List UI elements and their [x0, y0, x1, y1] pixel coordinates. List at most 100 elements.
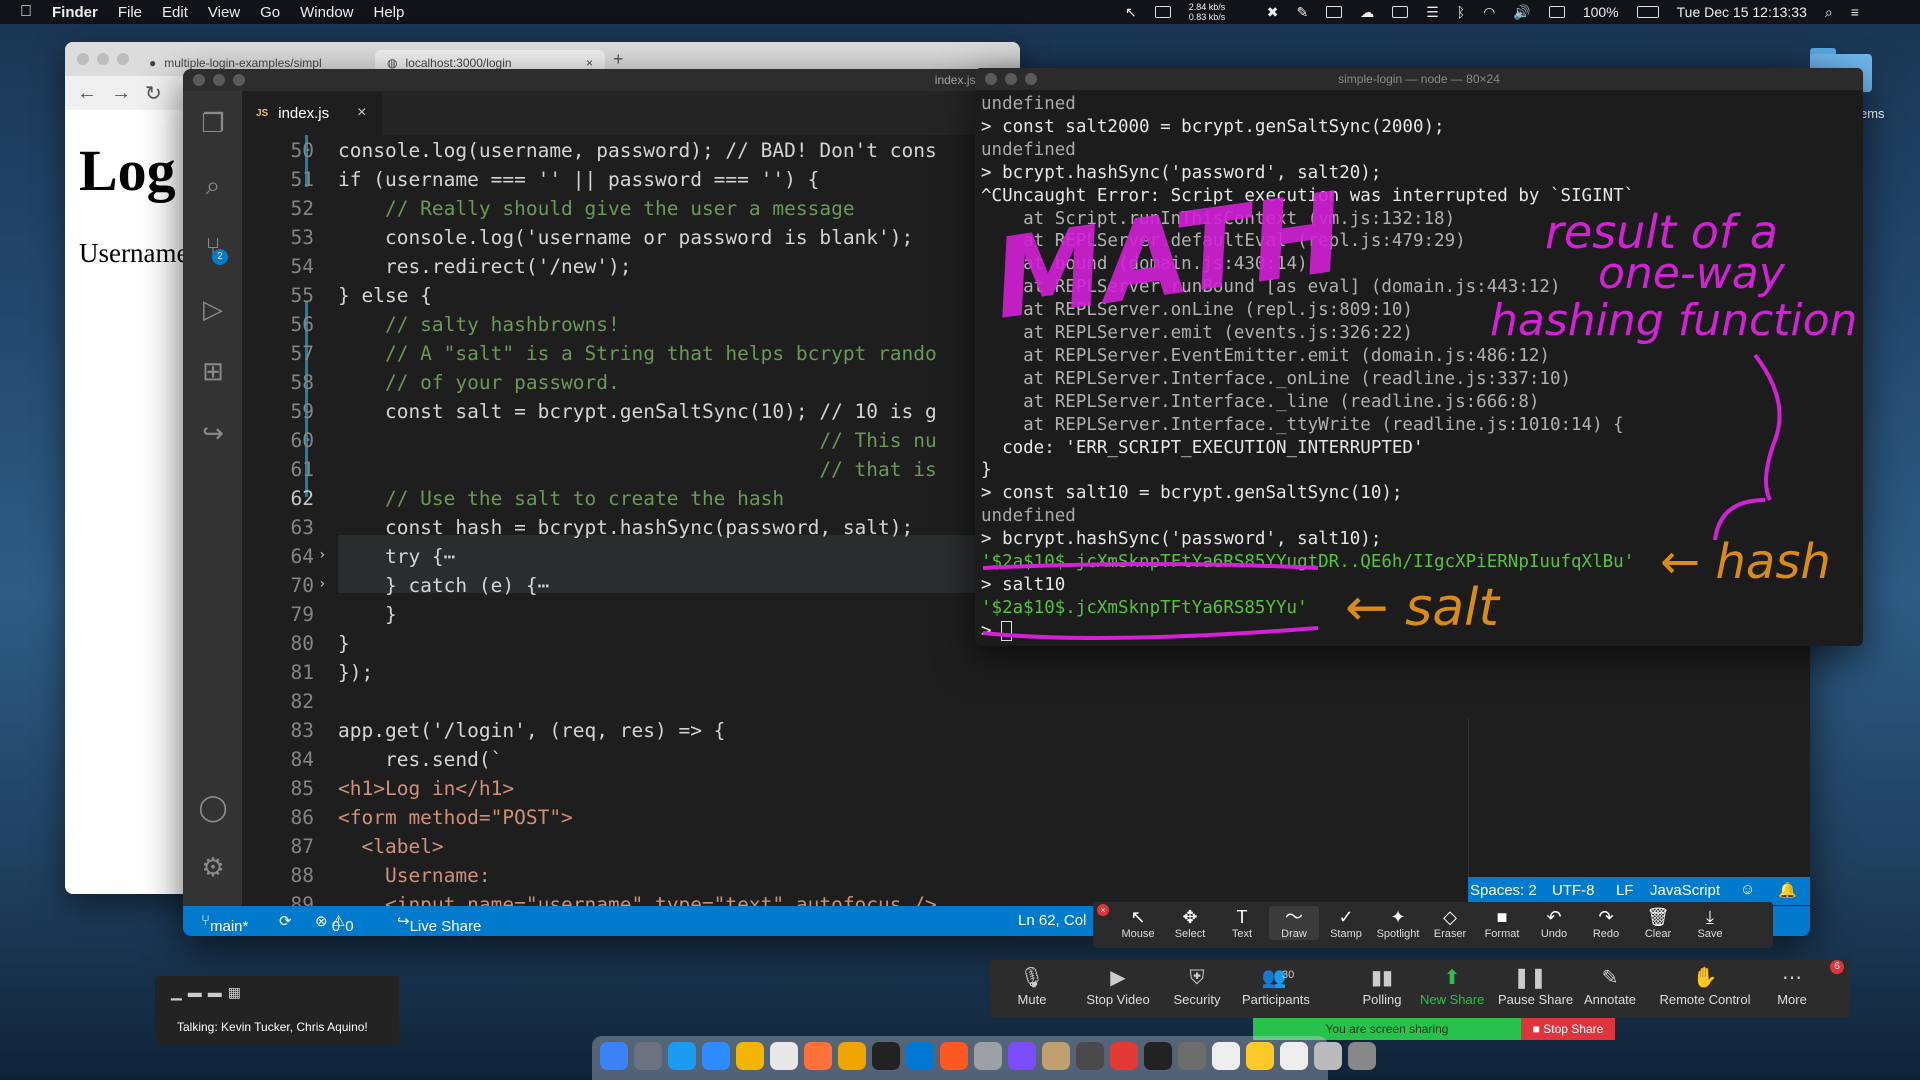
battery-icon[interactable] — [1636, 6, 1659, 18]
menu-go[interactable]: Go — [260, 4, 280, 21]
language-mode[interactable]: JavaScript — [1650, 882, 1720, 899]
encoding[interactable]: UTF-8 — [1552, 882, 1595, 899]
volume-icon[interactable]: 🔊 — [1513, 4, 1530, 21]
wifi-icon[interactable]: ◠ — [1483, 4, 1495, 21]
dock-app-icon[interactable] — [1280, 1042, 1308, 1070]
control-center-icon[interactable]: ≡ — [1851, 4, 1859, 20]
annotate-text-button[interactable]: T Text — [1217, 906, 1267, 940]
drive-icon[interactable] — [1392, 6, 1409, 18]
dock-app-icon[interactable] — [1144, 1042, 1172, 1070]
dock-app-icon[interactable] — [1212, 1042, 1240, 1070]
dock-app-icon[interactable] — [1008, 1042, 1036, 1070]
dock-app-icon[interactable] — [1042, 1042, 1070, 1070]
menu-file[interactable]: File — [118, 4, 142, 21]
fold-chevron-icon[interactable]: › — [318, 547, 326, 563]
search-icon[interactable]: ⌕ — [197, 169, 229, 201]
close-tab-icon[interactable]: × — [357, 104, 366, 122]
line-ending[interactable]: LF — [1616, 882, 1634, 899]
menu-icon[interactable]: ☰ — [1426, 4, 1439, 21]
annotate-clear-button[interactable]: 🗑 Clear — [1633, 906, 1683, 940]
dock-app-icon[interactable] — [1178, 1042, 1206, 1070]
menu-window[interactable]: Window — [300, 4, 353, 21]
extensions-icon[interactable]: ⊞ — [197, 355, 229, 387]
run-debug-icon[interactable]: ▷ — [197, 293, 229, 325]
problems-indicator[interactable]: ⊗ 0 ⚠ 0 — [315, 912, 354, 935]
cloud-icon[interactable]: ☁ — [1360, 4, 1374, 21]
minimize-window-button[interactable] — [213, 74, 225, 86]
new-tab-icon[interactable]: + — [613, 49, 624, 70]
zoom-pause-share-button[interactable]: ❚❚ Pause Share — [1498, 964, 1573, 1007]
indentation[interactable]: Spaces: 2 — [1470, 882, 1537, 899]
search-icon[interactable]: ⌕ — [1825, 4, 1833, 21]
annotate-mouse-button[interactable]: ↖ Mouse — [1113, 906, 1163, 940]
menu-help[interactable]: Help — [374, 4, 405, 21]
close-window-button[interactable] — [77, 53, 89, 65]
close-window-button[interactable] — [985, 73, 997, 85]
annotate-eraser-button[interactable]: ◇ Eraser — [1425, 906, 1475, 940]
cursor-icon[interactable]: ↖ — [1125, 4, 1137, 21]
dock-app-icon[interactable] — [1314, 1042, 1342, 1070]
zoom-window-button[interactable] — [1025, 73, 1037, 85]
clock[interactable]: Tue Dec 15 12:13:33 — [1677, 4, 1807, 20]
zoom-stop-video-button[interactable]: ▶ Stop Video — [1078, 964, 1158, 1007]
zoom-annotate-button[interactable]: ✎ Annotate — [1578, 964, 1642, 1007]
bluetooth-icon[interactable]: ᛒ — [1457, 4, 1465, 20]
close-window-button[interactable] — [193, 74, 205, 86]
back-icon[interactable]: ← — [77, 82, 97, 105]
view-controls[interactable]: ▁▬▬▦ — [171, 984, 247, 1001]
minimize-window-button[interactable] — [97, 53, 109, 65]
tools-icon[interactable]: ✖ — [1267, 4, 1279, 21]
dock-app-icon[interactable] — [872, 1042, 900, 1070]
terminal-window[interactable]: simple-login — node — 80×24 undefined > c… — [975, 68, 1863, 646]
branch-indicator[interactable]: ⑂ main* — [201, 912, 248, 935]
annotate-stamp-button[interactable]: ✓ Stamp — [1321, 906, 1371, 940]
live-share-status[interactable]: ↪ Live Share — [397, 912, 481, 935]
screen-icon[interactable] — [1154, 6, 1171, 18]
dock-app-icon[interactable] — [906, 1042, 934, 1070]
dock-app-icon[interactable] — [1076, 1042, 1104, 1070]
airplay-icon[interactable] — [1548, 6, 1565, 18]
dock-app-icon[interactable] — [668, 1042, 696, 1070]
dock-app-icon[interactable] — [770, 1042, 798, 1070]
dock-app-icon[interactable] — [736, 1042, 764, 1070]
zoom-participants-button[interactable]: 👥 Participants — [1242, 964, 1310, 1007]
forward-icon[interactable]: → — [111, 82, 131, 105]
annotate-spotlight-button[interactable]: ✦ Spotlight — [1373, 906, 1423, 940]
feedback-icon[interactable]: ☺ — [1740, 881, 1755, 898]
dock-app-icon[interactable] — [1246, 1042, 1274, 1070]
notifications-icon[interactable]: 🔔 — [1778, 881, 1797, 899]
dock-app-icon[interactable] — [804, 1042, 832, 1070]
annotate-undo-button[interactable]: ↶ Undo — [1529, 906, 1579, 940]
dock-app-icon[interactable] — [838, 1042, 866, 1070]
annotate-save-button[interactable]: ⤓ Save — [1685, 906, 1735, 940]
sync-icon[interactable]: ⟳ — [279, 912, 292, 930]
annotate-format-button[interactable]: ■ Format — [1477, 906, 1527, 940]
reload-icon[interactable]: ↻ — [145, 81, 162, 106]
dock-app-icon[interactable] — [600, 1042, 628, 1070]
display-icon[interactable] — [1326, 6, 1343, 18]
dock-app-icon[interactable] — [974, 1042, 1002, 1070]
dock-app-icon[interactable] — [1348, 1042, 1376, 1070]
dock-app-icon[interactable] — [1110, 1042, 1138, 1070]
annotate-select-button[interactable]: ✥ Select — [1165, 906, 1215, 940]
explorer-icon[interactable]: ❐ — [197, 107, 229, 139]
fold-chevron-icon[interactable]: › — [318, 576, 326, 592]
zoom-mute-button[interactable]: 🎙 Mute — [1000, 964, 1064, 1007]
zoom-new-share-button[interactable]: ⬆ New Share — [1420, 964, 1484, 1007]
dock-app-icon[interactable] — [634, 1042, 662, 1070]
settings-gear-icon[interactable]: ⚙ — [197, 851, 229, 883]
cursor-position[interactable]: Ln 62, Col — [1018, 912, 1086, 929]
zoom-security-button[interactable]: ⛨ Security — [1165, 964, 1229, 1007]
menu-edit[interactable]: Edit — [162, 4, 188, 21]
annotate-redo-button[interactable]: ↷ Redo — [1581, 906, 1631, 940]
tab-index-js[interactable]: JS index.js × — [242, 91, 382, 135]
close-toolbar-icon[interactable]: × — [1097, 904, 1109, 916]
dock-app-icon[interactable] — [702, 1042, 730, 1070]
menu-view[interactable]: View — [208, 4, 240, 21]
zoom-more-button[interactable]: ⋯ More — [1760, 964, 1824, 1007]
battery-percent[interactable]: 100% — [1583, 4, 1619, 20]
zoom-window-button[interactable] — [233, 74, 245, 86]
minimize-window-button[interactable] — [1005, 73, 1017, 85]
apple-menu-icon[interactable]:  — [20, 3, 32, 21]
dock-app-icon[interactable] — [940, 1042, 968, 1070]
